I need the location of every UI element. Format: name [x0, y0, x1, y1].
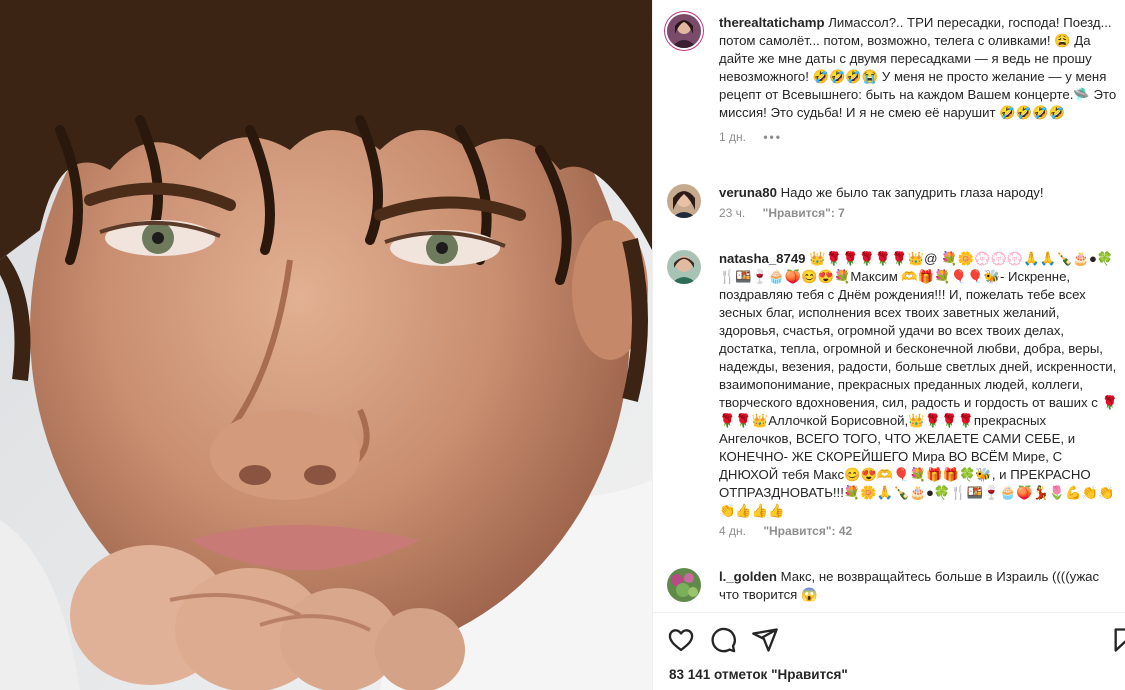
comment-text: Надо же было так запудрить глаза народу!	[780, 185, 1044, 200]
comment-item: natasha_8749 👑🌹🌹🌹🌹🌹👑@ 💐🌼💮💮💮🙏🙏🍾🎂●🍀🍴🍱🍷🧁🍑😊😍…	[667, 250, 1119, 540]
avatar[interactable]	[667, 14, 701, 48]
comment-username[interactable]: natasha_8749	[719, 251, 806, 266]
caption-time[interactable]: 1 дн.	[719, 130, 746, 144]
more-options-icon[interactable]: •••	[763, 130, 782, 144]
comment-time[interactable]: 4 дн.	[719, 524, 746, 538]
likes-count[interactable]: 83 141 отметок "Нравится"	[669, 667, 848, 682]
caption-meta: 1 дн. •••	[719, 130, 1119, 146]
comment-likes[interactable]: "Нравится": 7	[763, 206, 845, 220]
comment-text-block: l._golden Макс, не возвращайтесь больше …	[719, 568, 1119, 604]
share-icon[interactable]	[751, 626, 779, 654]
heart-icon[interactable]	[667, 626, 695, 654]
caption-text-block: therealtatichamp Лимассол?.. ТРИ пересад…	[719, 14, 1119, 122]
bookmark-icon[interactable]	[1111, 626, 1125, 654]
comment-likes[interactable]: "Нравится": 42	[763, 524, 852, 538]
comment-text-block: veruna80 Надо же было так запудрить глаз…	[719, 184, 1119, 202]
comment-username[interactable]: l._golden	[719, 569, 777, 584]
comment-icon[interactable]	[709, 626, 737, 654]
comment-meta: 23 ч. "Нравится": 7	[719, 206, 1119, 222]
comment-username[interactable]: veruna80	[719, 185, 777, 200]
post-caption: therealtatichamp Лимассол?.. ТРИ пересад…	[667, 14, 1119, 146]
comment-text-block: natasha_8749 👑🌹🌹🌹🌹🌹👑@ 💐🌼💮💮💮🙏🙏🍾🎂●🍀🍴🍱🍷🧁🍑😊😍…	[719, 250, 1119, 520]
comment-item: l._golden Макс, не возвращайтесь больше …	[667, 568, 1119, 604]
caption-text: Лимассол?.. ТРИ пересадки, господа! Поез…	[719, 15, 1117, 120]
comments-list[interactable]: therealtatichamp Лимассол?.. ТРИ пересад…	[653, 0, 1125, 612]
comment-text: 👑🌹🌹🌹🌹🌹👑@ 💐🌼💮💮💮🙏🙏🍾🎂●🍀🍴🍱🍷🧁🍑😊😍💐Максим 🫶🎁💐🎈🎈…	[719, 251, 1118, 518]
avatar[interactable]	[667, 184, 701, 218]
post-action-bar	[667, 624, 1125, 656]
avatar[interactable]	[667, 568, 701, 602]
caption-username[interactable]: therealtatichamp	[719, 15, 825, 30]
post-side-panel: therealtatichamp Лимассол?.. ТРИ пересад…	[652, 0, 1125, 690]
avatar[interactable]	[667, 250, 701, 284]
divider	[653, 612, 1125, 613]
post-photo	[0, 0, 652, 690]
comment-time[interactable]: 23 ч.	[719, 206, 745, 220]
comment-meta: 4 дн. "Нравится": 42	[719, 524, 1119, 540]
comment-item: veruna80 Надо же было так запудрить глаз…	[667, 184, 1119, 222]
